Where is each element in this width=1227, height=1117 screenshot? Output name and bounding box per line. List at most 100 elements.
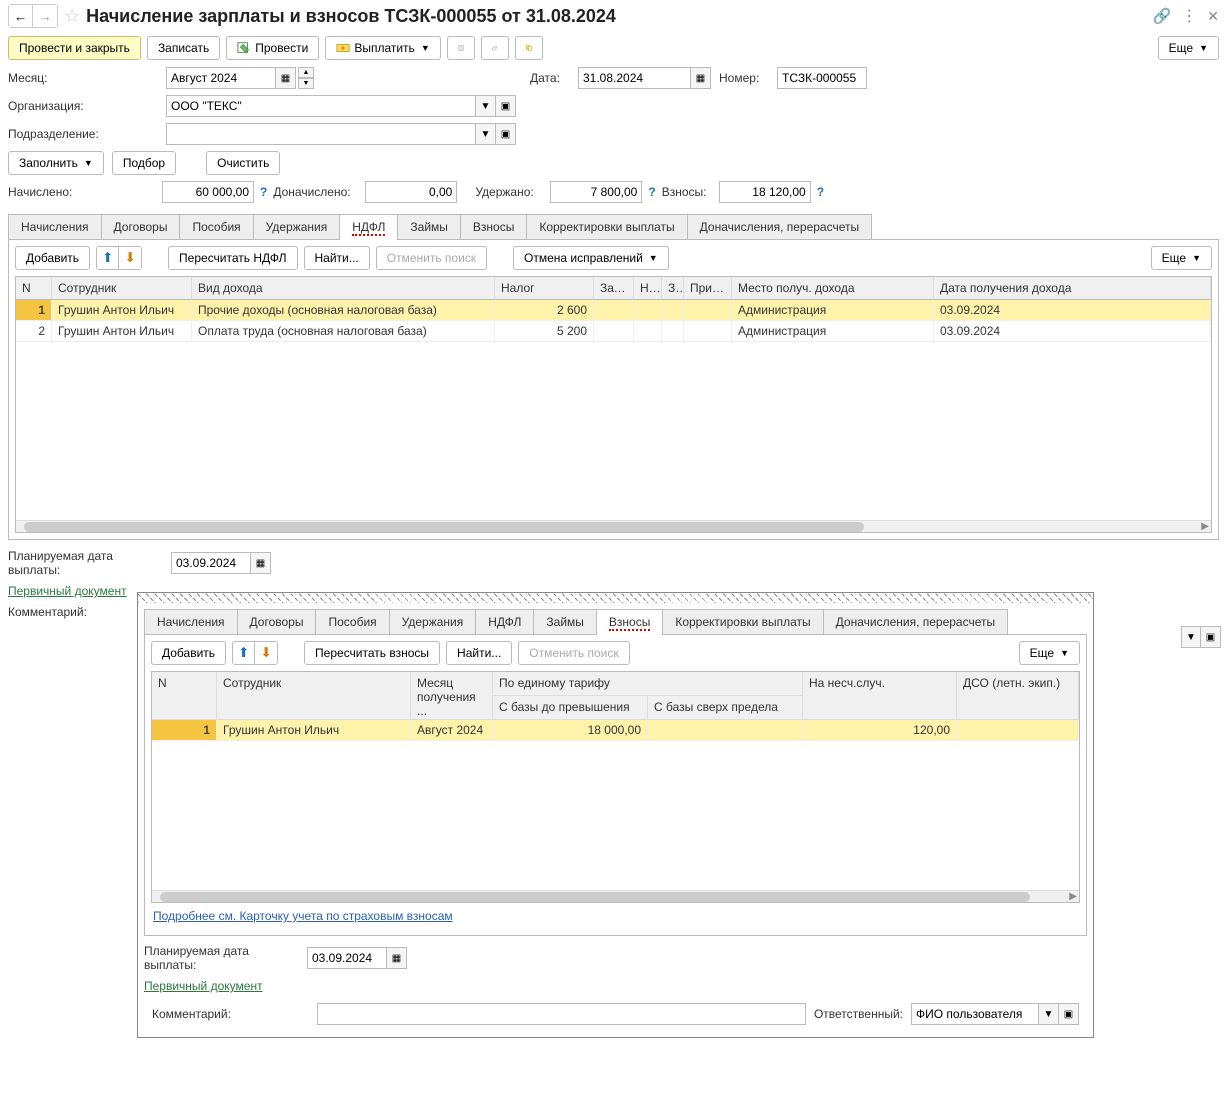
primary-doc-link[interactable]: Первичный документ (8, 584, 127, 598)
dept-input[interactable] (166, 123, 476, 145)
tab-loans[interactable]: Займы (533, 609, 597, 634)
additional-value[interactable] (365, 181, 457, 203)
help-icon[interactable]: ? (260, 185, 267, 199)
recalc-contrib-button[interactable]: Пересчитать взносы (304, 641, 440, 665)
help-icon[interactable]: ? (817, 185, 824, 199)
nav-back-button[interactable]: ← (9, 5, 33, 27)
tab-benefits[interactable]: Пособия (315, 609, 389, 634)
cancel-search-button[interactable]: Отменить поиск (376, 246, 487, 270)
dropdown-icon[interactable]: ▼ (1039, 1003, 1059, 1025)
calendar-icon[interactable]: ▦ (276, 67, 296, 89)
grid-scrollbar[interactable]: ▶ (152, 890, 1079, 902)
more-menu-icon[interactable]: ⋮ (1181, 6, 1197, 26)
month-up-button[interactable]: ▲ (298, 67, 314, 78)
primary-doc-link[interactable]: Первичный документ (144, 979, 263, 993)
table-row[interactable]: 1 Грушин Антон Ильич Прочие доходы (осно… (16, 300, 1211, 321)
responsible-input[interactable] (911, 1003, 1039, 1025)
post-button[interactable]: Провести (226, 36, 319, 60)
tab-ndfl[interactable]: НДФЛ (475, 609, 534, 634)
tab-accruals[interactable]: Начисления (8, 214, 102, 239)
fill-button[interactable]: Заполнить▼ (8, 151, 104, 175)
add-button[interactable]: Добавить (151, 641, 226, 665)
open-icon[interactable]: ▣ (1201, 626, 1221, 648)
col-place[interactable]: Место получ. дохода (732, 277, 934, 300)
add-button[interactable]: Добавить (15, 246, 90, 270)
cancel-search-button[interactable]: Отменить поиск (518, 641, 629, 665)
col-income-type[interactable]: Вид дохода (192, 277, 495, 300)
col-tax[interactable]: Налог (495, 277, 594, 300)
date-input[interactable] (578, 67, 691, 89)
interaction-button[interactable] (515, 36, 543, 60)
table-row[interactable]: 2 Грушин Антон Ильич Оплата труда (основ… (16, 321, 1211, 342)
select-button[interactable]: Подбор (112, 151, 176, 175)
link-icon[interactable]: 🔗 (1153, 7, 1172, 25)
nav-forward-button[interactable]: → (33, 5, 57, 27)
favorite-star-icon[interactable]: ☆ (64, 6, 80, 27)
month-down-button[interactable]: ▼ (298, 78, 314, 89)
save-button[interactable]: Записать (147, 36, 220, 60)
tab-contracts[interactable]: Договоры (101, 214, 181, 239)
open-icon[interactable]: ▣ (496, 123, 516, 145)
more-button[interactable]: Еще▼ (1158, 36, 1219, 60)
col-accidents[interactable]: На несч.случ. (803, 672, 957, 720)
attach-button[interactable] (481, 36, 509, 60)
find-button[interactable]: Найти... (304, 246, 370, 270)
col-employee[interactable]: Сотрудник (217, 672, 411, 720)
tab-accruals[interactable]: Начисления (144, 609, 238, 634)
more-button[interactable]: Еще▼ (1019, 641, 1080, 665)
tab-ndfl[interactable]: НДФЛ (339, 214, 398, 239)
col-unified-tariff[interactable]: По единому тарифу (493, 672, 803, 696)
col-note[interactable]: Прим... (684, 277, 732, 300)
open-icon[interactable]: ▣ (1059, 1003, 1079, 1025)
move-up-button[interactable]: ⬆ (233, 642, 255, 664)
tab-deductions[interactable]: Удержания (389, 609, 477, 634)
tab-loans[interactable]: Займы (397, 214, 461, 239)
tab-additional[interactable]: Доначисления, перерасчеты (823, 609, 1008, 634)
tab-deductions[interactable]: Удержания (253, 214, 341, 239)
col-n2[interactable]: Н... (634, 277, 662, 300)
move-down-button[interactable]: ⬇ (119, 247, 141, 269)
col-base-below[interactable]: С базы до превышения (493, 696, 648, 720)
grid-scrollbar[interactable]: ▶ (16, 520, 1211, 532)
tab-benefits[interactable]: Пособия (179, 214, 253, 239)
col-zach[interactable]: Зач... (594, 277, 634, 300)
cancel-fix-button[interactable]: Отмена исправлений▼ (513, 246, 669, 270)
col-n[interactable]: N (152, 672, 217, 720)
col-n[interactable]: N (16, 277, 52, 300)
col-base-above[interactable]: С базы сверх предела (648, 696, 803, 720)
clear-button[interactable]: Очистить (206, 151, 280, 175)
plan-date-input[interactable] (171, 552, 251, 574)
insurance-card-link[interactable]: Подробнее см. Карточку учета по страховы… (153, 909, 453, 923)
accrued-value[interactable] (162, 181, 254, 203)
number-input[interactable] (777, 67, 867, 89)
plan-date-input[interactable] (307, 947, 387, 969)
pay-button[interactable]: Выплатить ▼ (325, 36, 440, 60)
contrib-value[interactable] (719, 181, 811, 203)
tab-contributions[interactable]: Взносы (596, 609, 663, 634)
col-dso[interactable]: ДСО (летн. экип.) (957, 672, 1079, 720)
calendar-icon[interactable]: ▦ (251, 552, 271, 574)
move-up-button[interactable]: ⬆ (97, 247, 119, 269)
calendar-icon[interactable]: ▦ (691, 67, 711, 89)
tab-corrections[interactable]: Корректировки выплаты (526, 214, 687, 239)
dropdown-icon[interactable]: ▼ (476, 95, 496, 117)
col-employee[interactable]: Сотрудник (52, 277, 192, 300)
move-down-button[interactable]: ⬇ (255, 642, 277, 664)
withheld-value[interactable] (550, 181, 642, 203)
recalc-ndfl-button[interactable]: Пересчитать НДФЛ (168, 246, 297, 270)
comment-input[interactable] (317, 1003, 806, 1025)
open-icon[interactable]: ▣ (496, 95, 516, 117)
tab-contributions[interactable]: Взносы (460, 214, 527, 239)
find-button[interactable]: Найти... (446, 641, 512, 665)
col-date[interactable]: Дата получения дохода (934, 277, 1211, 300)
tab-corrections[interactable]: Корректировки выплаты (662, 609, 823, 634)
tab-additional[interactable]: Доначисления, перерасчеты (687, 214, 872, 239)
tab-contracts[interactable]: Договоры (237, 609, 317, 634)
month-input[interactable] (166, 67, 276, 89)
org-input[interactable] (166, 95, 476, 117)
more-button[interactable]: Еще▼ (1151, 246, 1212, 270)
col-z[interactable]: З. (662, 277, 684, 300)
post-and-close-button[interactable]: Провести и закрыть (8, 36, 141, 60)
close-icon[interactable]: ✕ (1207, 8, 1219, 25)
help-icon[interactable]: ? (648, 185, 655, 199)
